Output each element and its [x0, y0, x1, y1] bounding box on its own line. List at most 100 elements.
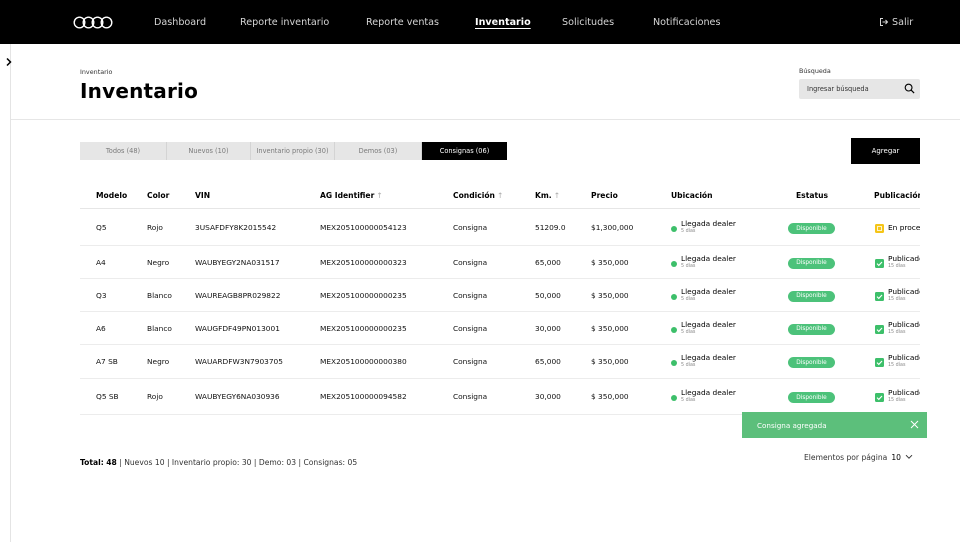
- column-header-ag-identifier[interactable]: AG Identifier ↑: [320, 191, 383, 200]
- cell-publicacion-detail: 15 días: [888, 363, 906, 368]
- published-check-icon: [875, 258, 884, 268]
- column-header-km[interactable]: Km. ↑: [535, 191, 560, 200]
- cell-precio: $ 350,000: [591, 392, 629, 401]
- nav-item-dashboard[interactable]: Dashboard: [154, 17, 206, 28]
- cell-precio: $ 350,000: [591, 290, 629, 300]
- cell-precio: $1,300,000: [591, 223, 634, 232]
- cell-publicacion-detail: 15 días: [888, 263, 906, 269]
- cell-precio: $ 350,000: [591, 323, 629, 333]
- pending-icon: [875, 224, 884, 233]
- cell-color: Rojo: [147, 223, 163, 232]
- inventory-table: Modelo Color VIN AG Identifier ↑ Condició…: [80, 183, 920, 416]
- four-rings-logo[interactable]: [73, 16, 113, 29]
- cell-modelo: A6: [96, 323, 106, 333]
- cell-ubicacion: Llegada dealer: [681, 219, 736, 228]
- cell-ag: MEX205100000094582: [320, 392, 407, 401]
- cell-publicacion: Publicado: [888, 353, 920, 362]
- totals-detail: | Nuevos 10 | Inventario propio: 30 | De…: [119, 458, 358, 467]
- top-navigation-bar: Dashboard Reporte inventario Reporte ven…: [0, 0, 960, 44]
- cell-precio: $ 350,000: [591, 357, 629, 366]
- search-input[interactable]: [807, 83, 897, 95]
- location-status-dot: [671, 326, 677, 333]
- cell-condicion: Consigna: [453, 223, 488, 232]
- cell-ag: MEX205100000054123: [320, 223, 407, 232]
- cell-km: 30,000: [535, 323, 561, 333]
- column-header-condicion[interactable]: Condición ↑: [453, 191, 503, 200]
- cell-publicacion: Publicado: [888, 388, 920, 397]
- per-page-value[interactable]: 10: [891, 453, 901, 462]
- breadcrumb[interactable]: Inventario: [80, 68, 112, 76]
- close-icon[interactable]: [910, 420, 919, 429]
- location-status-dot: [671, 260, 677, 267]
- page-title: Inventario: [80, 79, 199, 103]
- cell-vin: WAUGFDF49PN013001: [195, 323, 280, 333]
- cell-ag: MEX205100000000380: [320, 357, 407, 366]
- published-check-icon: [875, 291, 884, 301]
- totals-count: 48: [106, 458, 117, 467]
- tab-todos[interactable]: Todos (48): [80, 142, 167, 160]
- cell-ubicacion-detail: 5 días: [681, 296, 696, 302]
- location-status-dot: [671, 395, 677, 401]
- cell-km: 65,000: [535, 257, 561, 267]
- published-check-icon: [875, 393, 884, 402]
- cell-ubicacion: Llegada dealer: [681, 319, 736, 329]
- cell-modelo: A7 SB: [96, 357, 118, 366]
- cell-publicacion-detail: 15 días: [888, 296, 906, 302]
- location-status-dot: [671, 226, 677, 232]
- tab-consignas[interactable]: Consignas (06): [422, 142, 507, 160]
- nav-item-inventario[interactable]: Inventario: [475, 17, 531, 28]
- tab-nuevos[interactable]: Nuevos (10): [167, 142, 251, 160]
- cell-vin: WAUBYEGY2NA031517: [195, 257, 280, 267]
- cell-vin: WAUBYEGY6NA030936: [195, 392, 280, 401]
- column-header-color: Color: [147, 191, 170, 200]
- table-row[interactable]: A7 SB Negro WAUARDFW3N7903705 MEX2051000000…: [80, 345, 920, 379]
- table-row[interactable]: Q5 SB Rojo WAUBYEGY6NA030936 MEX20510000009…: [80, 379, 920, 415]
- table-row[interactable]: Q5 Rojo 3USAFDFY8K2015542 MEX20510000005412…: [80, 210, 920, 246]
- search-box: [799, 79, 920, 99]
- cell-publicacion: En proceso: [888, 223, 920, 232]
- cell-color: Blanco: [147, 323, 172, 333]
- cell-publicacion: Publicado: [888, 253, 920, 263]
- cell-modelo: Q3: [96, 290, 107, 300]
- sort-arrow-icon[interactable]: ↑: [554, 191, 560, 200]
- cell-precio: $ 350,000: [591, 257, 629, 267]
- header-divider: [11, 119, 960, 120]
- table-row[interactable]: A4 Negro WAUBYEGY2NA031517 MEX2051000000003…: [80, 246, 920, 279]
- sort-arrow-icon[interactable]: ↑: [497, 191, 503, 200]
- table-row[interactable]: Q3 Blanco WAUREAGB8PR029822 MEX205100000000…: [80, 279, 920, 312]
- status-badge: Disponible: [788, 290, 835, 302]
- table-row[interactable]: A6 Blanco WAUGFDF49PN013001 MEX205100000000…: [80, 312, 920, 345]
- nav-item-reporte-ventas[interactable]: Reporte ventas: [366, 17, 439, 28]
- search-icon[interactable]: [904, 83, 915, 94]
- cell-ag: MEX205100000000235: [320, 323, 407, 333]
- cell-color: Blanco: [147, 290, 172, 300]
- status-badge: Disponible: [788, 323, 835, 335]
- totals-label: Total:: [80, 458, 104, 467]
- table-header: Modelo Color VIN AG Identifier ↑ Condició…: [80, 183, 920, 209]
- cell-modelo: Q5: [96, 223, 107, 232]
- nav-item-reporte-inventario[interactable]: Reporte inventario: [240, 17, 329, 28]
- logout-button[interactable]: Salir: [879, 17, 913, 28]
- status-badge: Disponible: [788, 357, 835, 368]
- chevron-down-icon[interactable]: [905, 454, 913, 460]
- tab-inventario-propio[interactable]: Inventario propio (30): [251, 142, 335, 160]
- per-page-selector[interactable]: Elementos por página 10: [804, 453, 913, 462]
- cell-km: 30,000: [535, 392, 561, 401]
- published-check-icon: [875, 324, 884, 334]
- cell-publicacion: Publicado: [888, 286, 920, 296]
- chevron-right-icon[interactable]: [4, 57, 14, 67]
- cell-ubicacion: Llegada dealer: [681, 353, 736, 362]
- tab-demos[interactable]: Demos (03): [335, 142, 422, 160]
- add-button[interactable]: Agregar: [851, 138, 920, 164]
- location-status-dot: [671, 360, 677, 366]
- logout-label: Salir: [892, 17, 914, 28]
- logout-icon: [880, 18, 889, 26]
- cell-vin: WAUARDFW3N7903705: [195, 357, 283, 366]
- cell-km: 51209.0: [535, 223, 566, 232]
- cell-publicacion-detail: 15 días: [888, 398, 906, 403]
- nav-item-notificaciones[interactable]: Notificaciones: [653, 17, 720, 28]
- sort-arrow-icon[interactable]: ↑: [376, 191, 382, 200]
- per-page-label: Elementos por página: [804, 453, 888, 462]
- cell-condicion: Consigna: [453, 290, 488, 300]
- nav-item-solicitudes[interactable]: Solicitudes: [562, 17, 614, 28]
